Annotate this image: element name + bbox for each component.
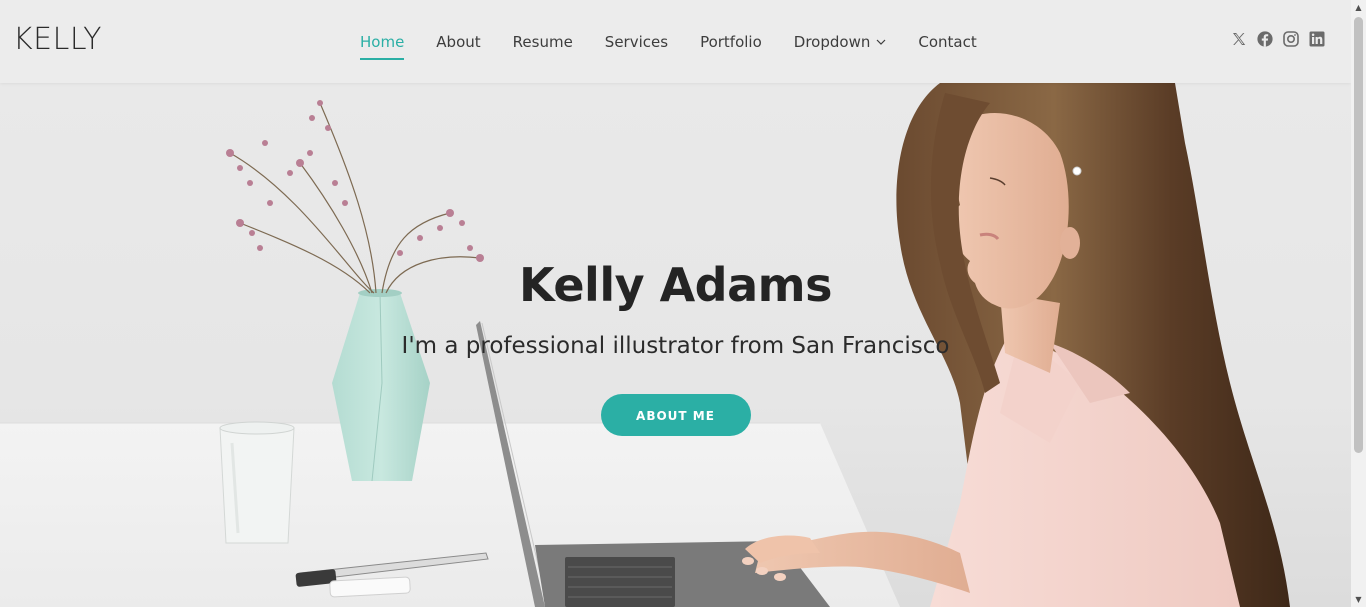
scrollbar-thumb[interactable] [1354, 17, 1363, 453]
about-me-button[interactable]: ABOUT ME [600, 394, 751, 436]
nav-about[interactable]: About [420, 32, 496, 52]
x-icon[interactable] [1231, 31, 1247, 47]
nav-home[interactable]: Home [344, 32, 420, 60]
nav-dropdown[interactable]: Dropdown [778, 32, 903, 52]
main-nav: Home About Resume Services Portfolio Dro… [344, 0, 993, 83]
page: KELLY Home About Resume Services Portfol… [0, 0, 1351, 607]
nav-dropdown-label: Dropdown [793, 32, 871, 51]
hero-section: Kelly Adams I'm a professional illustrat… [0, 83, 1351, 607]
scroll-up-arrow-icon[interactable]: ▲ [1351, 0, 1366, 15]
nav-portfolio[interactable]: Portfolio [684, 32, 778, 52]
hero-title: Kelly Adams [519, 258, 832, 312]
nav-resume[interactable]: Resume [497, 32, 589, 52]
page-scrollbar[interactable]: ▲ ▼ [1351, 0, 1366, 607]
chevron-down-icon [876, 39, 886, 45]
facebook-icon[interactable] [1257, 31, 1273, 47]
linkedin-icon[interactable] [1309, 31, 1325, 47]
hero-subtitle: I'm a professional illustrator from San … [401, 333, 950, 359]
instagram-icon[interactable] [1283, 31, 1299, 47]
site-logo[interactable]: KELLY [13, 22, 102, 58]
site-header: KELLY Home About Resume Services Portfol… [0, 0, 1351, 83]
hero-content: Kelly Adams I'm a professional illustrat… [0, 255, 1351, 436]
scroll-down-arrow-icon[interactable]: ▼ [1351, 592, 1366, 607]
social-links [1231, 31, 1325, 47]
nav-contact[interactable]: Contact [902, 32, 992, 52]
nav-services[interactable]: Services [589, 32, 684, 52]
